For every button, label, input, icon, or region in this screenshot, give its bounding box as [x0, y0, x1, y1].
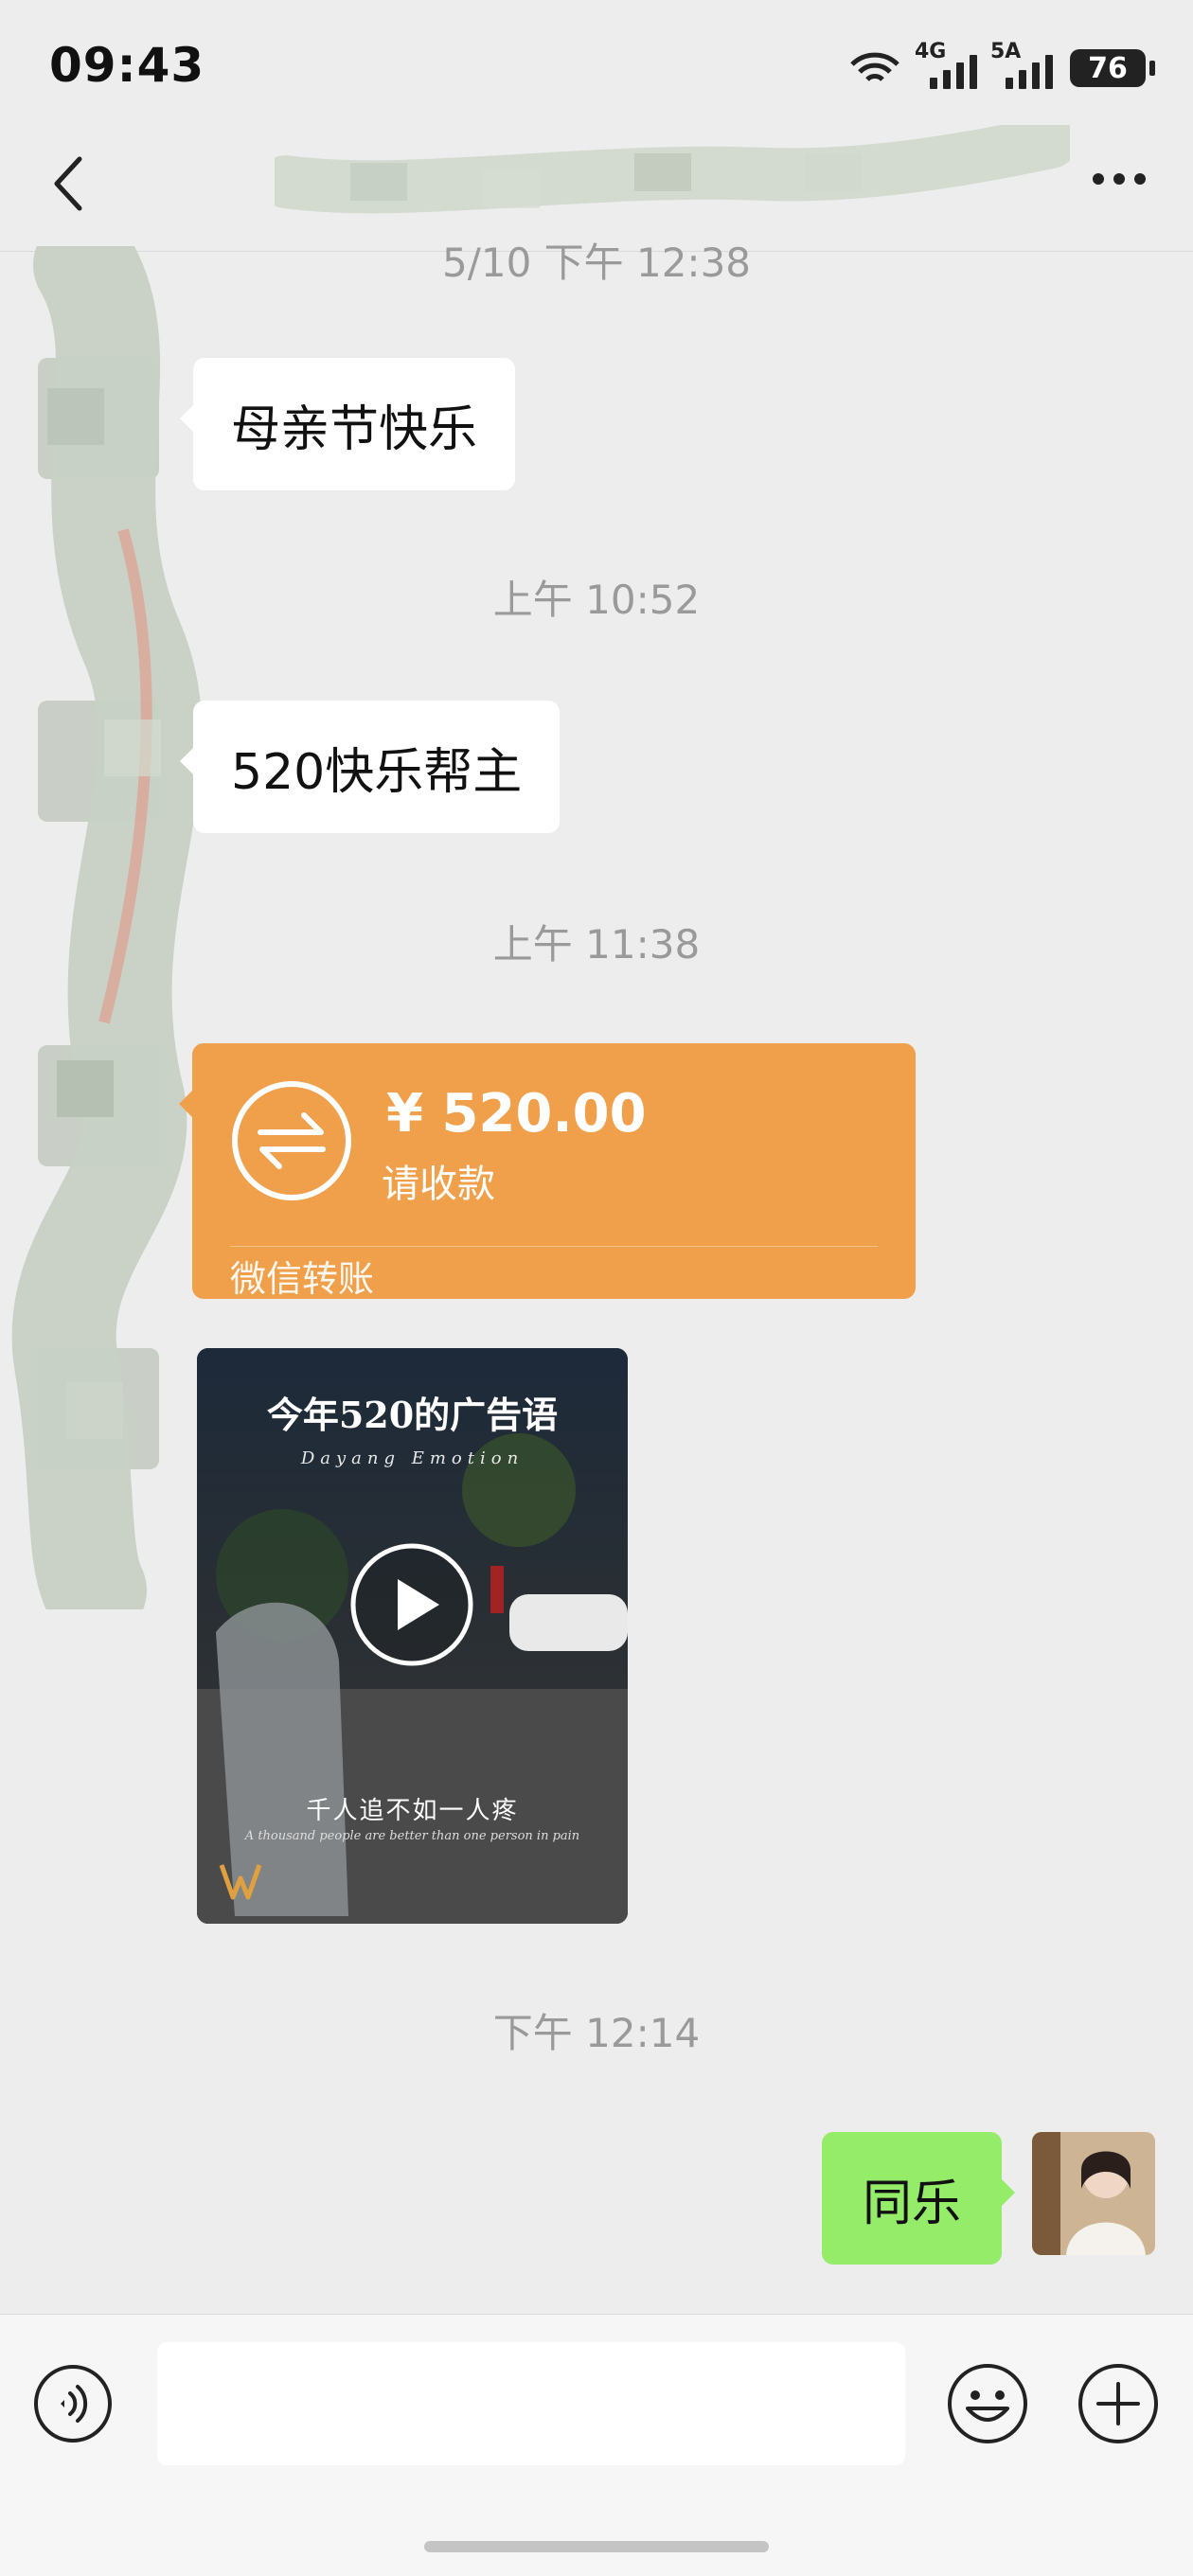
my-message-bubble[interactable]: 同乐: [822, 2132, 1015, 2265]
chevron-left-icon[interactable]: [49, 153, 87, 214]
divider: [230, 1246, 878, 1247]
ellipsis-icon[interactable]: [1093, 173, 1146, 185]
cell-signal-4g: 4G: [915, 40, 977, 89]
video-message[interactable]: 今年520的广告语 Dayang Emotion 千人追不如一人疼 A thou…: [197, 1348, 628, 1924]
brand-logo-icon: [219, 1864, 262, 1900]
emoji-icon[interactable]: [945, 2361, 1030, 2446]
battery-indicator: 76: [1070, 49, 1155, 87]
play-icon[interactable]: [348, 1541, 476, 1669]
message-bubble[interactable]: 520快乐帮主: [179, 701, 561, 833]
signal-label-5a: 5A: [990, 40, 1022, 63]
home-indicator: [424, 2541, 769, 2552]
video-caption: 千人追不如一人疼: [306, 1797, 519, 1825]
message-text: 同乐: [862, 2175, 961, 2232]
status-icons: 4G 5A 76: [848, 40, 1155, 95]
transfer-icon: [232, 1081, 351, 1200]
video-subtitle: Dayang Emotion: [300, 1448, 525, 1468]
redaction-overlay: [11, 246, 203, 1609]
video-title: 今年520的广告语: [266, 1394, 559, 1436]
status-time: 09:43: [49, 38, 205, 93]
plus-icon[interactable]: [1076, 2361, 1161, 2446]
transfer-card[interactable]: ¥ 520.00 请收款 微信转账: [179, 1043, 916, 1300]
wifi-icon: [850, 52, 899, 81]
message-text: 520快乐帮主: [231, 743, 523, 801]
my-avatar[interactable]: [1032, 2132, 1155, 2255]
transfer-label: 微信转账: [230, 1258, 375, 1300]
cell-signal-5a: 5A: [990, 40, 1053, 89]
signal-label-4g: 4G: [915, 40, 947, 63]
message-text: 母亲节快乐: [231, 400, 478, 458]
message-bubble[interactable]: 母亲节快乐: [179, 358, 516, 490]
voice-icon[interactable]: [32, 2363, 114, 2444]
chat-title-redacted: [275, 125, 1070, 214]
video-caption-en: A thousand people are better than one pe…: [244, 1829, 580, 1843]
transfer-amount: ¥ 520.00: [386, 1083, 647, 1145]
message-input[interactable]: [157, 2342, 905, 2465]
transfer-status: 请收款: [382, 1163, 495, 1206]
timestamp: 下午 12:14: [492, 2010, 701, 2056]
